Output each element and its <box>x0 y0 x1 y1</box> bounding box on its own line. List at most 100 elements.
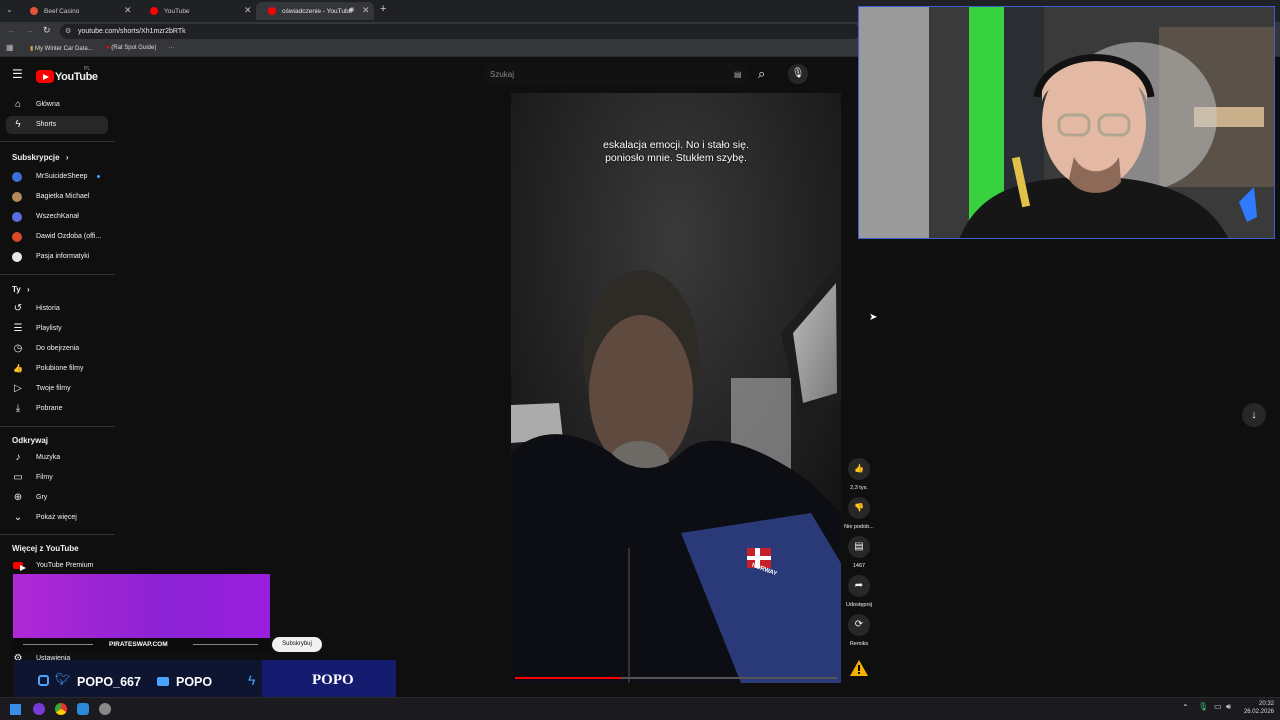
channel-label: Dawid Ozdoba (offi... <box>36 233 102 240</box>
sidebar-item-shorts[interactable]: ϟ Shorts <box>6 116 108 134</box>
audio-playing-icon[interactable]: 🔊︎ <box>349 5 354 15</box>
site-info-icon[interactable]: ⚙ <box>65 27 71 35</box>
sidebar-divider <box>0 141 115 142</box>
volume-icon[interactable]: 🔊︎ <box>1226 702 1231 712</box>
comment-icon[interactable]: ▤ <box>848 536 870 558</box>
gamepad-icon: ⊕ <box>13 492 23 503</box>
microphone-tray-icon[interactable]: 🎙︎ <box>1198 702 1208 711</box>
next-video-button[interactable]: ↓ <box>1242 403 1266 427</box>
browser-tab-2[interactable]: YouTube ✕ <box>138 2 256 20</box>
comments-action[interactable]: ▤ 1467 <box>842 536 876 569</box>
sidebar-divider <box>0 426 115 427</box>
sidebar-item-label: Do obejrzenia <box>36 345 80 352</box>
channel-label: MrSuicideSheep <box>36 173 88 180</box>
sidebar-item-liked-videos[interactable]: 👍 Polubione filmy <box>6 360 108 378</box>
like-action[interactable]: 👍 2,3 tys. <box>842 458 876 491</box>
sidebar-item-label: Muzyka <box>36 454 61 461</box>
home-icon: ⌂ <box>14 99 22 110</box>
sidebar-item-dawid-ozdoba[interactable]: Dawid Ozdoba (offi... <box>6 228 108 246</box>
network-icon[interactable]: ▭ <box>1214 702 1222 711</box>
chevron-down-icon: ⌄ <box>13 512 23 523</box>
sidebar-item-history[interactable]: ↺ Historia <box>6 300 108 318</box>
remix-action[interactable]: ⟳ Remiks <box>842 614 876 647</box>
sidebar-item-home[interactable]: ⌂ Główna <box>6 96 108 114</box>
sidebar-item-games[interactable]: ⊕ Gry <box>6 489 108 507</box>
address-bar[interactable]: ⚙ youtube.com/shorts/Xh1mzr2bRTk <box>60 24 860 39</box>
clock[interactable]: 20:32 26.02.2026 <box>1240 700 1274 716</box>
app-icon[interactable] <box>77 703 89 715</box>
tab-list-chevron-icon[interactable]: ⌄ <box>6 5 13 14</box>
chrome-icon[interactable] <box>55 703 67 715</box>
tab-close-icon[interactable]: ✕ <box>124 5 132 16</box>
avatar <box>12 192 22 202</box>
remix-icon[interactable]: ⟳ <box>848 614 870 636</box>
app-icon[interactable] <box>99 703 111 715</box>
sidebar-item-downloads[interactable]: ⤓ Pobrane <box>6 400 108 418</box>
os-taskbar: ⌃ 🎙︎ ▭ 🔊︎ 20:32 26.02.2026 <box>0 697 1280 720</box>
reload-icon[interactable]: ↻ <box>43 25 51 36</box>
tab-close-icon[interactable]: ✕ <box>362 5 370 16</box>
sidebar-item-playlists[interactable]: ☰ Playlisty <box>6 320 108 338</box>
sidebar-divider <box>0 274 115 275</box>
youtube-favicon-icon <box>150 7 158 15</box>
twitter-icon: 🐦︎ <box>55 672 71 686</box>
youtube-favicon-icon <box>268 7 276 15</box>
browser-tab-3-active[interactable]: oświadczenie - YouTube 🔊︎ ✕ <box>256 2 374 20</box>
bookmark-label: My Winter Car Data... <box>34 46 93 52</box>
you-title: Ty <box>12 285 21 294</box>
subscriptions-heading[interactable]: Subskrypcje › <box>12 153 68 162</box>
video-progress-track[interactable] <box>515 677 837 679</box>
browser-tab-1[interactable]: Beef Casino ✕ <box>18 2 136 20</box>
brand-logo-text: POPO <box>312 672 354 688</box>
forward-arrow-icon[interactable]: → <box>25 25 34 35</box>
app-icon[interactable] <box>33 703 45 715</box>
back-arrow-icon[interactable]: ← <box>7 25 16 35</box>
sidebar-item-wszechkanal[interactable]: WszechKanał <box>6 208 108 226</box>
sidebar-item-label: Polubione filmy <box>36 365 84 372</box>
you-heading[interactable]: Ty › <box>12 285 30 294</box>
microphone-icon[interactable]: 🎙︎ <box>788 64 808 84</box>
search-icon[interactable]: ⌕ <box>758 66 765 82</box>
sidebar-item-pasja-informatyki[interactable]: Pasja informatyki <box>6 248 108 266</box>
sidebar-item-films[interactable]: ▭ Filmy <box>6 469 108 487</box>
sidebar-item-music[interactable]: ♪ Muzyka <box>6 449 108 467</box>
explore-heading: Odkrywaj <box>12 436 49 445</box>
warning-icon[interactable] <box>850 660 868 676</box>
sidebar-item-youtube-premium[interactable]: YouTube Premium <box>6 557 108 575</box>
share-icon[interactable]: ➦ <box>848 575 870 597</box>
share-action[interactable]: ➦ Udostępnij <box>842 575 876 608</box>
shorts-icon: ϟ <box>15 119 21 130</box>
youtube-handle: POPO <box>176 675 213 689</box>
bookmark-item[interactable]: ● (Rat Spot Guide) <box>106 45 156 51</box>
bookmark-label: (Rat Spot Guide) <box>111 45 157 51</box>
apps-grid-icon[interactable]: ▦ <box>6 43 14 52</box>
sidebar-item-label: Główna <box>36 101 60 108</box>
tab-close-icon[interactable]: ✕ <box>244 5 252 16</box>
tab-title: oświadczenie - YouTube <box>282 8 353 15</box>
sidebar-item-watch-later[interactable]: ◷ Do obejrzenia <box>6 340 108 358</box>
url-text: youtube.com/shorts/Xh1mzr2bRTk <box>78 28 186 35</box>
avatar <box>12 232 22 242</box>
tray-chevron-icon[interactable]: ⌃ <box>1182 703 1189 712</box>
thumbs-down-icon[interactable]: 👎 <box>848 497 870 519</box>
sidebar-item-mrsuicidesheep[interactable]: MrSuicideSheep <box>6 168 108 186</box>
promo-strip: PIRATESWAP.COM <box>13 638 270 652</box>
sidebar-item-show-more[interactable]: ⌄ Pokaż więcej <box>6 509 108 527</box>
sidebar-item-bagietka-michael[interactable]: Bagietka Michael <box>6 188 108 206</box>
share-label: Udostępnij <box>846 602 872 608</box>
subtitle-line-2: poniosło mnie. Stukłem szybę. <box>605 152 747 164</box>
promo-line-right <box>193 644 258 645</box>
bookmark-item[interactable]: ▮ My Winter Car Data... <box>30 45 93 52</box>
keyboard-icon[interactable]: ▤ <box>734 70 742 79</box>
search-input[interactable]: Szukaj ▤ <box>482 64 750 86</box>
watch-later-icon: ◷ <box>13 343 23 354</box>
windows-start-icon[interactable] <box>10 704 21 715</box>
new-tab-plus-icon[interactable]: + <box>380 3 386 15</box>
dislike-action[interactable]: 👎 Nie podob... <box>842 497 876 530</box>
sidebar-item-your-videos[interactable]: ▷ Twoje filmy <box>6 380 108 398</box>
thumbs-up-icon: 👍 <box>13 364 23 373</box>
shorts-video-player[interactable]: eskalacja emocji. No i stało się. ponios… <box>511 93 841 683</box>
subscribe-tooltip: Subskrybuj <box>272 637 322 652</box>
bookmark-more-icon[interactable]: … <box>168 43 175 50</box>
thumbs-up-icon[interactable]: 👍 <box>848 458 870 480</box>
